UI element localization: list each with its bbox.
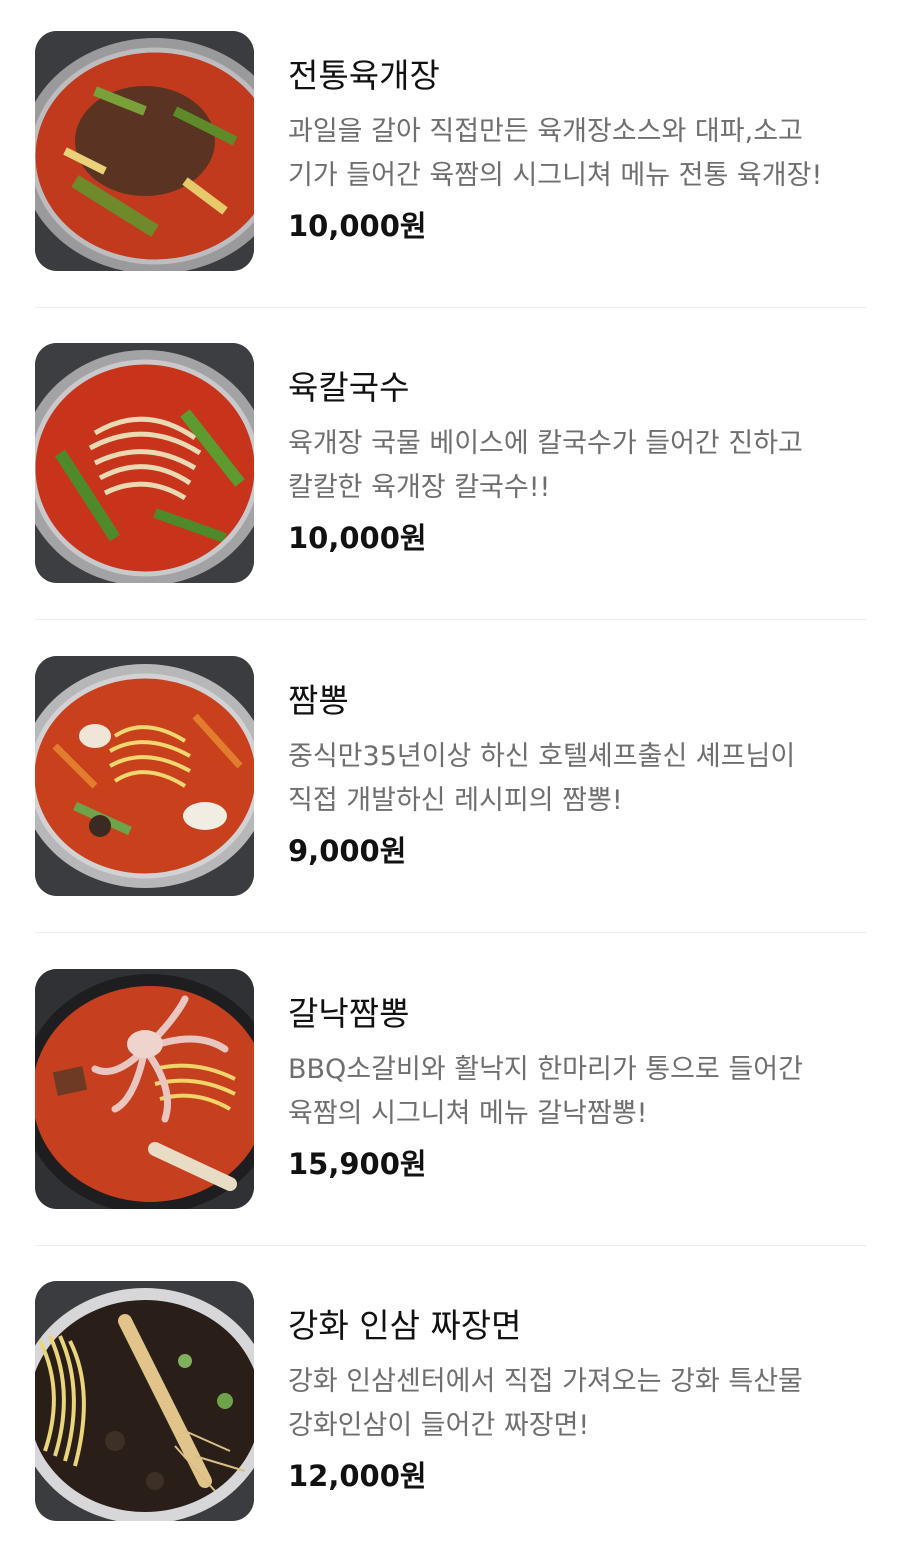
menu-item-yuk-kalguksu[interactable]: 육칼국수 육개장 국물 베이스에 칼국수가 들어간 진하고 칼칼한 육개장 칼국…	[35, 343, 866, 583]
menu-item-description: 강화 인삼센터에서 직접 가져오는 강화 특산물 강화인삼이 들어간 짜장면!	[288, 1360, 866, 1448]
description-line: 육짬의 시그니쳐 메뉴 갈낙짬뽕!	[288, 1098, 648, 1129]
ginseng-jajangmyeon-photo	[35, 1281, 254, 1521]
description-line: 기가 들어간 육짬의 시그니쳐 메뉴 전통 육개장!	[288, 160, 823, 191]
menu-item-description: 중식만35년이상 하신 호텔셰프출신 셰프님이 직접 개발하신 레시피의 짬뽕!	[288, 735, 866, 823]
yuk-kalguksu-photo	[35, 343, 254, 583]
description-line: 직접 개발하신 레시피의 짬뽕!	[288, 785, 623, 816]
description-line: 칼칼한 육개장 칼국수!!	[288, 472, 551, 503]
jjamppong-photo	[35, 656, 254, 896]
menu-item-galnak-jjamppong[interactable]: 갈낙짬뽕 BBQ소갈비와 활낙지 한마리가 통으로 들어간 육짬의 시그니쳐 메…	[35, 969, 866, 1209]
menu-item-ginseng-jajangmyeon[interactable]: 강화 인삼 짜장면 강화 인삼센터에서 직접 가져오는 강화 특산물 강화인삼이…	[35, 1281, 866, 1521]
menu-item-name: 강화 인삼 짜장면	[288, 1306, 522, 1345]
divider	[35, 932, 866, 933]
divider	[35, 619, 866, 620]
menu-item-price: 10,000원	[288, 521, 427, 555]
menu-item-name: 육칼국수	[288, 368, 410, 407]
menu-item-name: 전통육개장	[288, 56, 440, 95]
galnak-jjamppong-photo	[35, 969, 254, 1209]
yukgaejang-photo	[35, 31, 254, 271]
description-line: 육개장 국물 베이스에 칼국수가 들어간 진하고	[288, 428, 803, 459]
divider	[35, 1245, 866, 1246]
description-line: 과일을 갈아 직접만든 육개장소스와 대파,소고	[288, 116, 803, 147]
description-line: 강화인삼이 들어간 짜장면!	[288, 1410, 590, 1441]
menu-item-description: 육개장 국물 베이스에 칼국수가 들어간 진하고 칼칼한 육개장 칼국수!!	[288, 422, 866, 510]
description-line: 강화 인삼센터에서 직접 가져오는 강화 특산물	[288, 1366, 803, 1397]
menu-item-description: BBQ소갈비와 활낙지 한마리가 통으로 들어간 육짬의 시그니쳐 메뉴 갈낙짬…	[288, 1048, 866, 1136]
menu-item-name: 갈낙짬뽕	[288, 994, 410, 1033]
menu-item-price: 12,000원	[288, 1459, 427, 1493]
menu-item-yukgaejang[interactable]: 전통육개장 과일을 갈아 직접만든 육개장소스와 대파,소고 기가 들어간 육짬…	[35, 31, 866, 271]
divider	[35, 307, 866, 308]
description-line: BBQ소갈비와 활낙지 한마리가 통으로 들어간	[288, 1054, 803, 1085]
description-line: 중식만35년이상 하신 호텔셰프출신 셰프님이	[288, 741, 796, 772]
menu-list: 전통육개장 과일을 갈아 직접만든 육개장소스와 대파,소고 기가 들어간 육짬…	[0, 0, 900, 1552]
menu-item-description: 과일을 갈아 직접만든 육개장소스와 대파,소고 기가 들어간 육짬의 시그니쳐…	[288, 110, 866, 198]
menu-item-price: 10,000원	[288, 209, 427, 243]
menu-item-price: 15,900원	[288, 1147, 427, 1181]
menu-item-price: 9,000원	[288, 834, 407, 868]
menu-item-jjamppong[interactable]: 짬뽕 중식만35년이상 하신 호텔셰프출신 셰프님이 직접 개발하신 레시피의 …	[35, 656, 866, 896]
menu-item-name: 짬뽕	[288, 681, 349, 720]
